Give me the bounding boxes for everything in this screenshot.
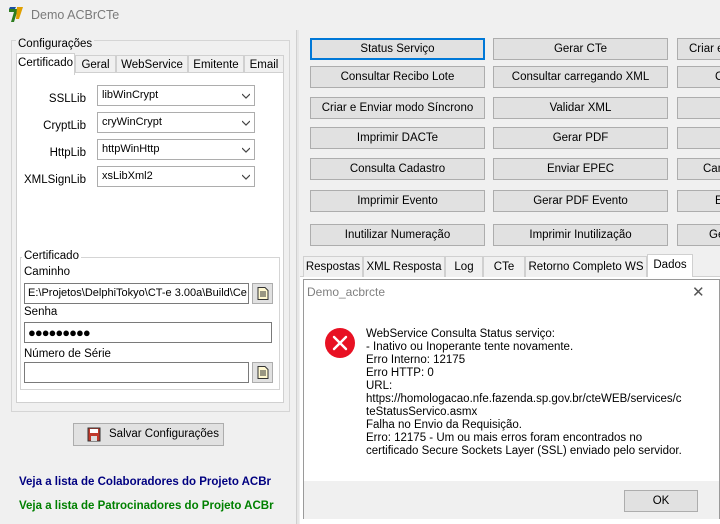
message-line: Erro Interno: 12175 (366, 354, 466, 366)
inutilizar-numeracao-button[interactable]: Inutilizar Numeração (310, 224, 485, 246)
chevron-down-icon (242, 120, 250, 126)
httplib-label: HttpLib (49, 147, 86, 159)
consultar-carregando-xml-button[interactable]: Consultar carregando XML (493, 66, 668, 88)
message-line: WebService Consulta Status serviço: (366, 328, 555, 340)
chevron-down-icon (242, 147, 250, 153)
col3-button-2[interactable]: C (677, 66, 720, 88)
col3-button-6[interactable]: E (677, 190, 720, 212)
certificado-group-label: Certificado (22, 250, 81, 262)
imprimir-dacte-button[interactable]: Imprimir DACTe (310, 127, 485, 149)
gerar-pdf-button[interactable]: Gerar PDF (493, 127, 668, 149)
message-line: https://homologacao.nfe.fazenda.sp.gov.b… (366, 393, 682, 405)
enviar-epec-button[interactable]: Enviar EPEC (493, 158, 668, 180)
splitter[interactable] (296, 30, 299, 524)
tab-log[interactable]: Log (445, 256, 483, 277)
colaboradores-link[interactable]: Veja a lista de Colaboradores do Projeto… (19, 476, 283, 488)
path-label: Caminho (24, 266, 71, 278)
httplib-select[interactable]: httpWinHttp (97, 139, 255, 160)
tab-retorno-completo-ws[interactable]: Retorno Completo WS (525, 256, 647, 277)
dialog-title: Demo_acbrcte (307, 285, 386, 299)
gerar-cte-button[interactable]: Gerar CTe (493, 38, 668, 60)
dialog-footer: OK (304, 481, 719, 519)
password-label: Senha (24, 306, 58, 318)
imprimir-inutilizacao-button[interactable]: Imprimir Inutilização (493, 224, 668, 246)
xmlsignlib-select[interactable]: xsLibXml2 (97, 166, 255, 187)
serial-number-input[interactable] (24, 362, 249, 383)
status-servico-button[interactable]: Status Serviço (310, 38, 485, 60)
document-icon (257, 287, 269, 300)
save-icon (87, 427, 101, 442)
tab-respostas[interactable]: Respostas (303, 256, 363, 277)
message-line: Erro: 12175 - Um ou mais erros foram enc… (366, 432, 643, 444)
criar-enviar-sincrono-button[interactable]: Criar e Enviar modo Síncrono (310, 97, 485, 119)
tab-xml-resposta[interactable]: XML Resposta (363, 256, 445, 277)
error-icon (325, 328, 355, 358)
validar-xml-button[interactable]: Validar XML (493, 97, 668, 119)
tab-certificado[interactable]: Certificado (16, 53, 75, 75)
message-line: Falha no Envio da Requisição. (366, 419, 522, 431)
save-config-button[interactable]: Salvar Configurações (73, 423, 224, 446)
message-line: certificado Secure Sockets Layer (SSL) e… (366, 445, 682, 457)
gerar-pdf-evento-button[interactable]: Gerar PDF Evento (493, 190, 668, 212)
criar-e-button[interactable]: Criar e (677, 38, 720, 60)
chevron-down-icon (242, 174, 250, 180)
col3-button-5[interactable]: Can (677, 158, 720, 180)
cryptlib-select[interactable]: cryWinCrypt (97, 112, 255, 133)
chevron-down-icon (242, 93, 250, 99)
message-line: - Inativo ou Inoperante tente novamente. (366, 341, 574, 353)
tab-dados[interactable]: Dados (647, 254, 693, 277)
browse-path-button[interactable] (252, 283, 273, 304)
message-line: teStatusServico.asmx (366, 406, 478, 418)
certificate-path-input[interactable]: E:\Projetos\DelphiTokyo\CT-e 3.00a\Build… (24, 283, 249, 304)
browse-serial-button[interactable] (252, 362, 273, 383)
col3-button-7[interactable]: Ge (677, 224, 720, 246)
close-icon[interactable]: ✕ (692, 283, 706, 301)
message-line: Erro HTTP: 0 (366, 367, 434, 379)
col3-button-3[interactable] (677, 97, 720, 119)
consultar-recibo-lote-button[interactable]: Consultar Recibo Lote (310, 66, 485, 88)
document-icon (257, 366, 269, 379)
dialog-message: WebService Consulta Status serviço: - In… (366, 328, 696, 458)
error-dialog: Demo_acbrcte ✕ WebService Consulta Statu… (303, 279, 720, 519)
app-logo-icon (9, 7, 23, 22)
ok-button[interactable]: OK (624, 490, 698, 512)
password-input[interactable]: ●●●●●●●●● (24, 322, 272, 343)
ssllib-label: SSLLib (48, 93, 86, 105)
title-bar: Demo ACBrCTe (0, 0, 300, 30)
xmlsignlib-label: XMLSignLib (23, 174, 86, 186)
message-line: URL: (366, 380, 393, 392)
col3-button-4[interactable] (677, 127, 720, 149)
config-group-label: Configurações (16, 38, 95, 50)
window-title: Demo ACBrCTe (31, 8, 120, 22)
consulta-cadastro-button[interactable]: Consulta Cadastro (310, 158, 485, 180)
serial-label: Número de Série (24, 348, 111, 360)
ssllib-select[interactable]: libWinCrypt (97, 85, 255, 106)
tab-cte[interactable]: CTe (483, 256, 525, 277)
cryptlib-label: CryptLib (43, 120, 86, 132)
imprimir-evento-button[interactable]: Imprimir Evento (310, 190, 485, 212)
patrocinadores-link[interactable]: Veja a lista de Patrocinadores do Projet… (19, 500, 283, 512)
